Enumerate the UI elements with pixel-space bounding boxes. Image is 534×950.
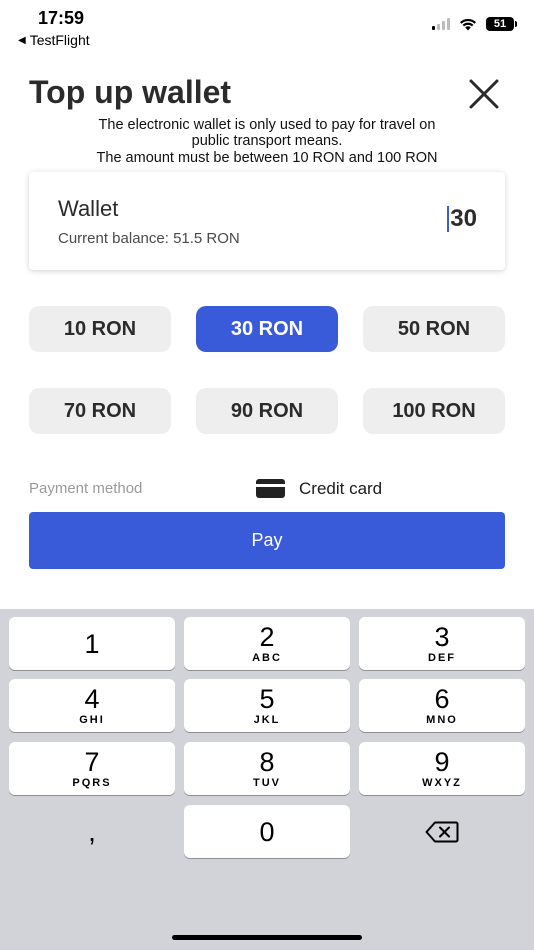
key-digit: 8: [259, 747, 275, 777]
key-1[interactable]: 1: [9, 617, 175, 670]
battery-level: 51: [493, 18, 507, 30]
key-9[interactable]: 9 WXYZ: [359, 742, 525, 795]
key-5[interactable]: 5 JKL: [184, 679, 350, 732]
key-digit: 9: [434, 747, 450, 777]
key-letters: DEF: [428, 652, 456, 664]
close-icon[interactable]: [466, 76, 502, 112]
key-4[interactable]: 4 GHI: [9, 679, 175, 732]
key-digit: 1: [84, 628, 100, 659]
pay-button[interactable]: Pay: [29, 512, 505, 569]
key-digit: 3: [434, 622, 450, 652]
preset-10-ron-button[interactable]: 10 RON: [29, 306, 171, 352]
preset-30-ron-button[interactable]: 30 RON: [196, 306, 338, 352]
payment-method-value[interactable]: Credit card: [299, 479, 382, 499]
key-digit: ,: [88, 815, 96, 847]
key-0[interactable]: 0: [184, 805, 350, 858]
key-3[interactable]: 3 DEF: [359, 617, 525, 670]
key-digit: 4: [84, 684, 100, 714]
key-letters: JKL: [253, 714, 281, 726]
preset-90-ron-button[interactable]: 90 RON: [196, 388, 338, 434]
key-letters: PQRS: [72, 777, 112, 789]
key-letters: ABC: [252, 652, 282, 664]
numeric-keyboard: 1 2 ABC 3 DEF 4 GHI 5 JKL 6 MNO 7 PQRS 8…: [0, 609, 534, 950]
home-indicator[interactable]: [172, 935, 362, 940]
key-digit: 0: [259, 816, 275, 847]
key-letters: WXYZ: [422, 777, 462, 789]
key-letters: TUV: [253, 777, 281, 789]
key-6[interactable]: 6 MNO: [359, 679, 525, 732]
cellular-signal-icon: [432, 18, 450, 30]
battery-icon: 51: [486, 17, 517, 31]
back-app-label: TestFlight: [29, 32, 90, 48]
info-text-line2: public transport means.: [191, 133, 343, 149]
wallet-card: Wallet Current balance: 51.5 RON: [29, 172, 505, 270]
preset-50-ron-button[interactable]: 50 RON: [363, 306, 505, 352]
key-7[interactable]: 7 PQRS: [9, 742, 175, 795]
info-text-line1: The electronic wallet is only used to pa…: [98, 117, 436, 133]
key-digit: 2: [259, 622, 275, 652]
payment-method-label: Payment method: [29, 480, 143, 497]
key-digit: 6: [434, 684, 450, 714]
back-triangle-icon: ◀: [18, 34, 26, 46]
wifi-icon: [460, 18, 476, 30]
status-time: 17:59: [38, 8, 85, 28]
credit-card-icon[interactable]: [256, 479, 285, 498]
backspace-key[interactable]: [359, 805, 525, 858]
key-letters: MNO: [426, 714, 458, 726]
info-text-amount-range: The amount must be between 10 RON and 10…: [96, 150, 438, 166]
page-title: Top up wallet: [29, 74, 232, 110]
key-letters: GHI: [79, 714, 105, 726]
text-caret: [447, 206, 449, 232]
backspace-icon: [425, 821, 459, 842]
back-to-testflight-link[interactable]: ◀ TestFlight: [18, 32, 90, 48]
amount-input[interactable]: [387, 202, 477, 236]
key-8[interactable]: 8 TUV: [184, 742, 350, 795]
key-comma[interactable]: ,: [9, 805, 175, 858]
wallet-balance: Current balance: 51.5 RON: [58, 230, 240, 247]
key-2[interactable]: 2 ABC: [184, 617, 350, 670]
preset-70-ron-button[interactable]: 70 RON: [29, 388, 171, 434]
key-digit: 7: [84, 747, 100, 777]
status-indicators: 51: [432, 17, 517, 31]
preset-100-ron-button[interactable]: 100 RON: [363, 388, 505, 434]
key-digit: 5: [259, 684, 275, 714]
wallet-title: Wallet: [58, 196, 119, 221]
